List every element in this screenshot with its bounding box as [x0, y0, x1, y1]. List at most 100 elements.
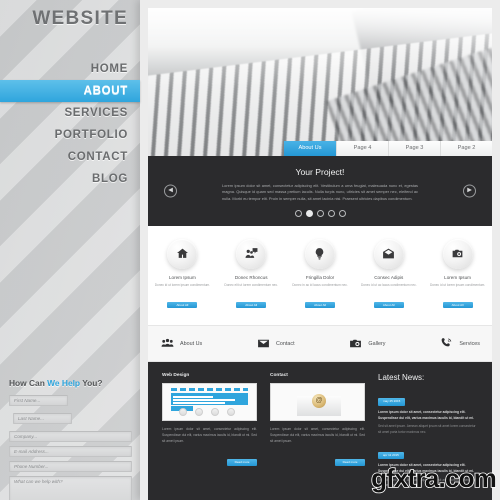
watermark: gfxtra.com	[370, 462, 497, 494]
project-slider: ◀ ▶ Your Project! Lorem ipsum dolor sit …	[148, 156, 492, 226]
form-title-pre: How Can	[9, 378, 48, 388]
lightbulb-icon[interactable]	[304, 238, 335, 269]
feature-title: Donec Rhoncus	[234, 274, 268, 280]
people-chat-icon[interactable]	[236, 238, 267, 269]
first-name-field[interactable]: First Name...	[9, 395, 68, 406]
thumb-line	[173, 402, 225, 404]
news-item: may 25 2015 Lorem ipsum dolor sit amet, …	[378, 389, 478, 435]
slider-dot-5[interactable]	[338, 209, 346, 217]
features-row: Lorem Ipsum Donec id ut lorem ipsum cond…	[148, 225, 492, 326]
thumb-icon	[227, 408, 235, 417]
slider-dot-4[interactable]	[327, 209, 335, 217]
service-gallery[interactable]: Gallery	[348, 337, 386, 350]
thumb-line	[173, 396, 213, 398]
hero-tabs: About Us Page 4 Page 3 Page 2	[284, 141, 492, 156]
camera-icon	[350, 340, 362, 348]
service-contact[interactable]: Contact	[256, 337, 295, 350]
thumb-line	[173, 399, 235, 401]
feature-button[interactable]: About All	[167, 302, 198, 309]
feature-item: Fringilla Dolor Donec in ac id lacus con…	[291, 238, 348, 311]
tab-page-4[interactable]: Page 4	[336, 141, 388, 156]
feature-text: Donec id ut lorem ipsum condimentum.	[429, 282, 486, 287]
tab-page-3[interactable]: Page 3	[388, 141, 440, 156]
feature-text: Donec in ac id lacus condimentum nec.	[292, 282, 348, 287]
nav-item-portfolio[interactable]: PORTFOLIO	[0, 124, 140, 146]
brand-logo: WEBSITE	[32, 8, 128, 29]
feature-title: Consec Adipis	[374, 274, 404, 280]
feature-item: Consec Adipis Donec id ut ac lacus condi…	[360, 238, 417, 311]
footer-column-text: Lorem ipsum dolor sit amet, consectetur …	[162, 427, 257, 443]
news-date-badge[interactable]: may 25 2015	[378, 398, 406, 406]
news-lead: Lorem ipsum dolor sit amet, consectetur …	[378, 409, 475, 420]
thumb-icon	[195, 408, 203, 417]
home-icon[interactable]	[167, 238, 198, 269]
last-name-field[interactable]: Last Name...	[13, 413, 72, 424]
camera-icon[interactable]	[442, 238, 473, 269]
read-more-row: Read more	[270, 450, 365, 468]
feature-text: Donec elit ut lorem condimentum nec.	[224, 282, 278, 287]
slider-heading: Your Project!	[295, 167, 345, 177]
tab-page-2[interactable]: Page 2	[440, 141, 492, 156]
slider-prev-arrow-icon[interactable]: ◀	[164, 184, 177, 198]
company-field[interactable]: Company...	[9, 431, 132, 442]
slider-dot-2[interactable]	[305, 209, 313, 217]
slider-dot-3[interactable]	[316, 209, 324, 217]
read-more-row: Read more	[162, 450, 257, 468]
services-strip: About Us Contact Gallery Services	[148, 325, 492, 363]
thumb-nav-bar	[171, 388, 248, 392]
mail-open-icon[interactable]	[373, 238, 404, 269]
people-group-icon	[161, 339, 174, 348]
envelope-icon	[258, 340, 269, 348]
hero-glare-overlay	[148, 8, 492, 156]
tab-about-us[interactable]: About Us	[284, 141, 336, 156]
service-label: Gallery	[368, 340, 386, 347]
feature-item: Lorem Ipsum Donec id ut lorem ipsum cond…	[154, 238, 211, 311]
website-preview-page: About Us Page 4 Page 3 Page 2 ◀ ▶ Your P…	[140, 0, 500, 500]
service-label: About Us	[180, 340, 203, 347]
footer-column-heading: Contact	[270, 373, 288, 379]
footer-column-web-design: Web Design Lorem ipsum dolor sit amet, c…	[162, 373, 257, 496]
nav-item-services[interactable]: SERVICES	[0, 102, 140, 124]
email-field[interactable]: E-mail Address...	[9, 446, 132, 457]
service-services[interactable]: Services	[439, 337, 480, 350]
feature-button[interactable]: About All	[304, 302, 335, 309]
website-mockup-thumb[interactable]	[162, 383, 257, 422]
thumb-icon	[179, 408, 187, 417]
left-sidebar: WEBSITE HOME ABOUT SERVICES PORTFOLIO CO…	[0, 0, 140, 500]
read-more-button[interactable]: Read more	[227, 459, 257, 467]
feature-button[interactable]: About All	[442, 302, 473, 309]
nav-item-blog[interactable]: BLOG	[0, 168, 140, 190]
page-content: About Us Page 4 Page 3 Page 2 ◀ ▶ Your P…	[148, 8, 492, 500]
form-title: How Can We Help You?	[9, 378, 132, 388]
phone-field[interactable]: Phone Number...	[9, 461, 132, 472]
main-navigation: HOME ABOUT SERVICES PORTFOLIO CONTACT BL…	[0, 58, 140, 190]
form-title-highlight: We Help	[47, 378, 81, 388]
footer-column-text: Lorem ipsum dolor sit amet, consectetur …	[270, 427, 365, 443]
slider-dots	[148, 209, 492, 217]
feature-button[interactable]: About All	[236, 302, 267, 309]
read-more-button[interactable]: Read more	[335, 459, 365, 467]
message-field[interactable]: What can we help with?	[9, 476, 132, 500]
service-label: Contact	[276, 340, 295, 347]
service-about-us[interactable]: About Us	[160, 337, 202, 350]
slider-text: Lorem ipsum dolor sit amet, consectetur …	[222, 183, 418, 201]
feature-button[interactable]: About All	[373, 302, 404, 309]
feature-item: Lorem Ipsum Donec id ut lorem ipsum cond…	[429, 238, 486, 311]
nav-item-about[interactable]: ABOUT	[0, 80, 140, 102]
footer-column-contact: Contact @ Lorem ipsum dolor sit amet, co…	[270, 373, 365, 496]
hero-banner: About Us Page 4 Page 3 Page 2	[148, 8, 492, 156]
nav-item-home[interactable]: HOME	[0, 58, 140, 80]
news-body: Sed sit amet ipsum. Aenean aliquet ipsum…	[378, 424, 476, 434]
feature-title: Fringilla Dolor	[305, 274, 335, 280]
slider-dot-1[interactable]	[294, 209, 302, 217]
thumb-icon	[211, 408, 219, 417]
news-date-badge[interactable]: apr 11 2015	[378, 451, 404, 460]
feature-text: Donec id ut ac lacus condimentum nec.	[360, 282, 417, 287]
nav-item-contact[interactable]: CONTACT	[0, 146, 140, 168]
feature-title: Lorem Ipsum	[444, 274, 471, 280]
footer-column-heading: Web Design	[162, 373, 190, 379]
envelope-at-thumb[interactable]: @	[270, 383, 365, 422]
form-title-post: You?	[80, 378, 103, 388]
service-label: Services	[459, 340, 480, 347]
slider-next-arrow-icon[interactable]: ▶	[463, 184, 476, 198]
